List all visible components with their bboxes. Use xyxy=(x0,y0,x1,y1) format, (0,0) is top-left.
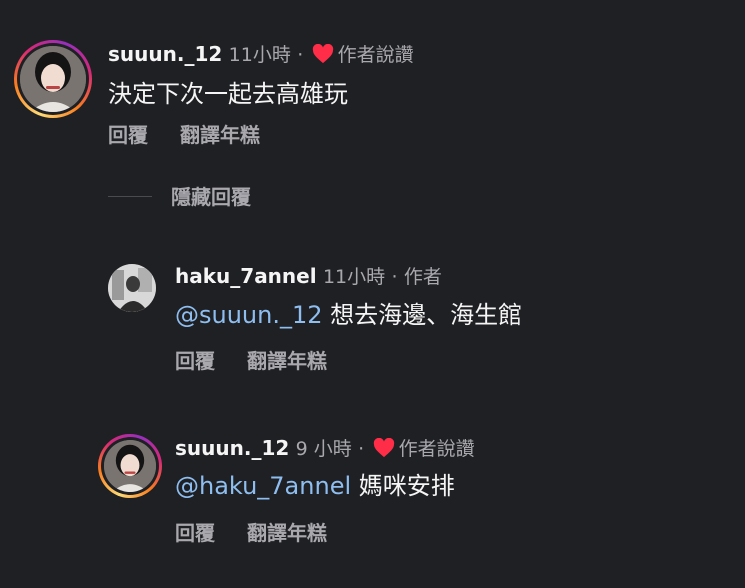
comment-header: haku_7annel 11小時 · 作者 xyxy=(175,264,442,289)
timestamp: 11小時 xyxy=(228,44,291,66)
profile-photo xyxy=(20,46,86,112)
username[interactable]: suuun._12 xyxy=(175,436,289,460)
comment-actions: 回覆 翻譯年糕 xyxy=(108,123,260,147)
comment-text: 決定下次一起去高雄玩 xyxy=(108,80,348,108)
reply-button[interactable]: 回覆 xyxy=(175,349,215,373)
avatar[interactable] xyxy=(108,264,156,312)
avatar[interactable] xyxy=(98,434,162,498)
profile-photo xyxy=(108,264,156,312)
author-liked-label: 作者說讚 xyxy=(398,438,475,460)
translate-button[interactable]: 翻譯年糕 xyxy=(247,349,327,373)
username[interactable]: suuun._12 xyxy=(108,42,222,66)
heart-icon xyxy=(373,438,394,458)
mention-link[interactable]: @haku_7annel xyxy=(175,472,351,500)
translate-button[interactable]: 翻譯年糕 xyxy=(247,521,327,545)
comment-text: 媽咪安排 xyxy=(358,472,455,500)
username[interactable]: haku_7annel xyxy=(175,264,317,288)
comments-thread: suuun._12 11小時 · 作者說讚 決定下次一起去高雄玩 回覆 翻譯年糕 … xyxy=(0,0,745,588)
comment-text-row: @haku_7annel 媽咪安排 xyxy=(175,471,455,501)
author-badge: 作者 xyxy=(403,266,442,288)
hide-replies-button[interactable]: 隱藏回覆 xyxy=(171,184,251,210)
profile-photo xyxy=(104,440,156,492)
translate-button[interactable]: 翻譯年糕 xyxy=(180,123,260,147)
comment-text-row: @suuun._12 想去海邊、海生館 xyxy=(175,300,522,330)
avatar[interactable] xyxy=(14,40,92,118)
reply-button[interactable]: 回覆 xyxy=(175,521,215,545)
mention-link[interactable]: @suuun._12 xyxy=(175,301,323,329)
separator: · xyxy=(358,438,365,460)
author-liked-label: 作者說讚 xyxy=(337,44,414,66)
divider xyxy=(108,196,152,197)
comment-actions: 回覆 翻譯年糕 xyxy=(175,349,327,373)
separator: · xyxy=(391,266,398,288)
separator: · xyxy=(297,44,304,66)
comment-actions: 回覆 翻譯年糕 xyxy=(175,521,327,545)
heart-icon xyxy=(312,44,333,64)
timestamp: 9 小時 xyxy=(295,438,352,460)
timestamp: 11小時 xyxy=(322,266,386,288)
comment-header: suuun._12 9 小時 · 作者說讚 xyxy=(175,436,475,461)
comment-header: suuun._12 11小時 · 作者說讚 xyxy=(108,42,414,67)
reply-button[interactable]: 回覆 xyxy=(108,123,148,147)
comment-text: 想去海邊、海生館 xyxy=(330,301,523,329)
